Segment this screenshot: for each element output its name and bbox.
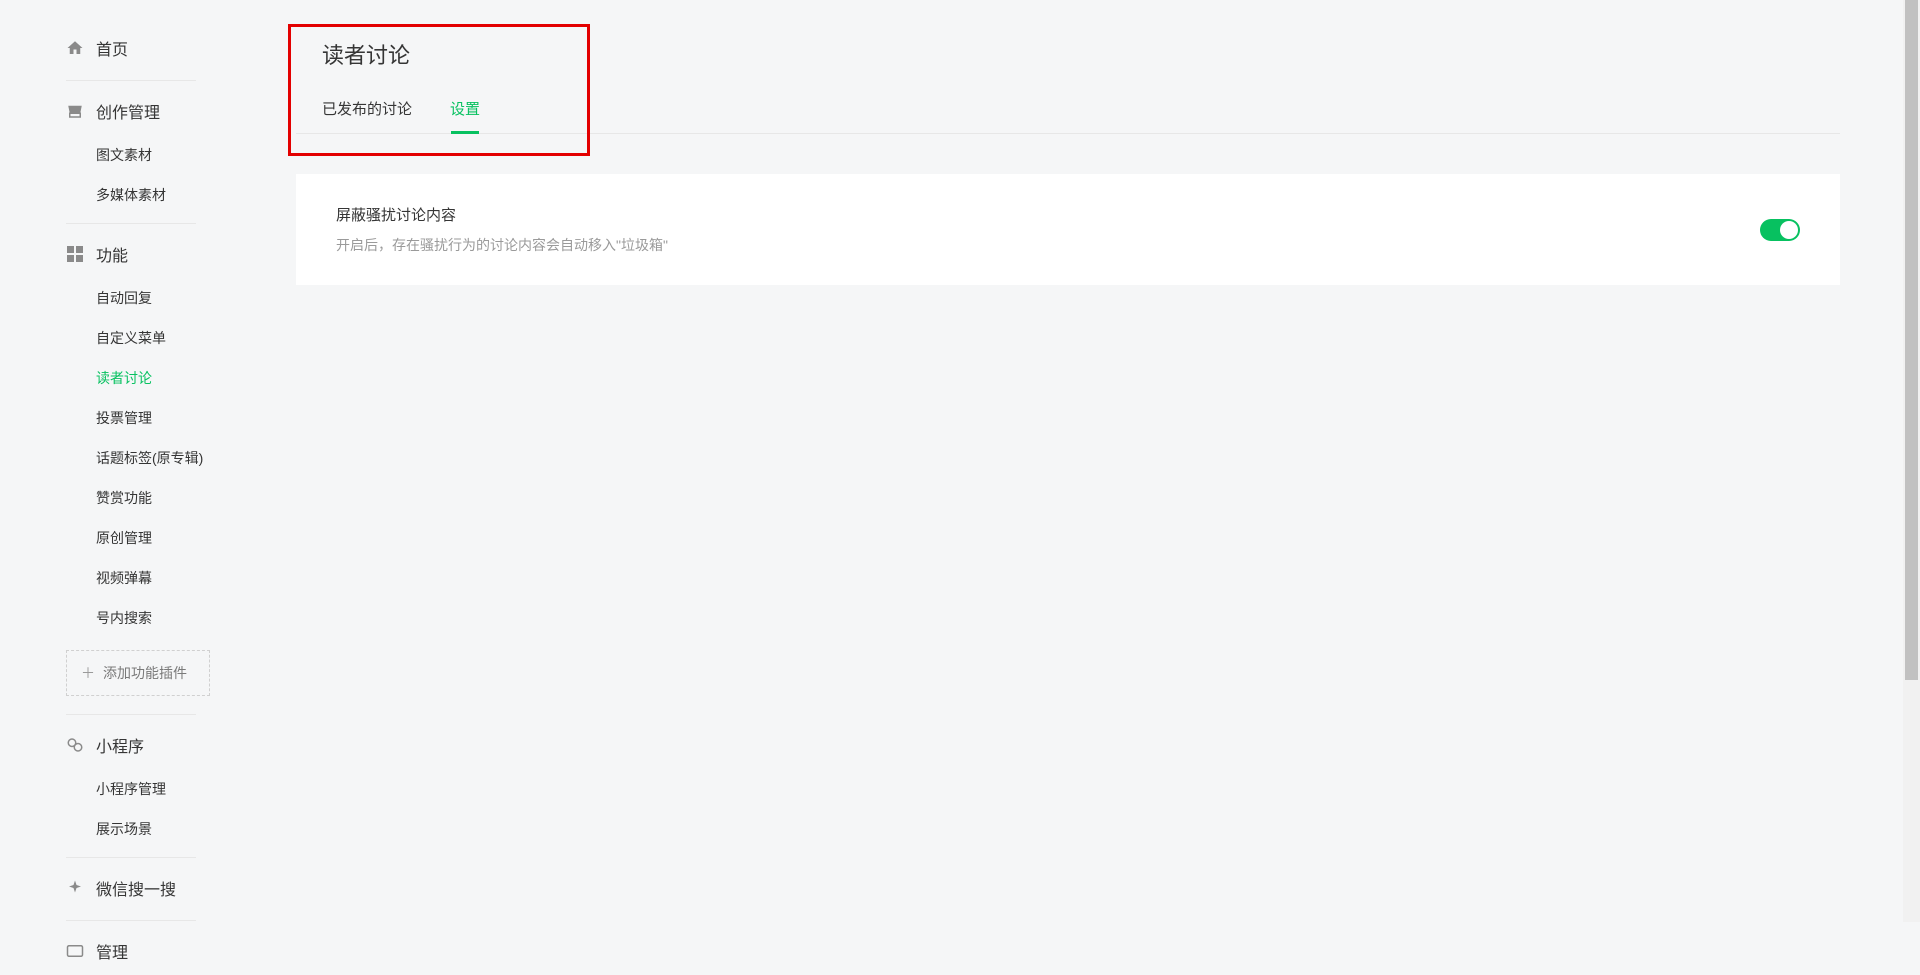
sidebar-item-reader-discussion[interactable]: 读者讨论 (96, 358, 256, 398)
sidebar-creation[interactable]: 创作管理 (66, 87, 256, 135)
grid-icon (66, 245, 84, 263)
sidebar-item-text-material[interactable]: 图文素材 (96, 135, 256, 175)
sidebar-item-custom-menu[interactable]: 自定义菜单 (96, 318, 256, 358)
sidebar-item-appreciation[interactable]: 赞赏功能 (96, 478, 256, 518)
sidebar-features[interactable]: 功能 (66, 230, 256, 278)
sidebar-item-display-scene[interactable]: 展示场景 (96, 809, 256, 849)
sidebar-item-miniprogram-manage[interactable]: 小程序管理 (96, 769, 256, 809)
tab-settings[interactable]: 设置 (450, 98, 480, 133)
tabs: 已发布的讨论 设置 (296, 98, 1840, 134)
sidebar-home[interactable]: 首页 (66, 24, 256, 72)
sidebar-item-topic-tag[interactable]: 话题标签(原专辑) (96, 438, 256, 478)
manage-icon (66, 942, 84, 960)
tab-published[interactable]: 已发布的讨论 (322, 98, 412, 133)
sidebar-wechat-search[interactable]: 微信搜一搜 (66, 864, 256, 912)
settings-panel: 屏蔽骚扰讨论内容 开启后，存在骚扰行为的讨论内容会自动移入"垃圾箱" (296, 174, 1840, 285)
sidebar: 首页 创作管理 图文素材 多媒体素材 (0, 0, 256, 922)
settings-title: 屏蔽骚扰讨论内容 (336, 204, 1760, 225)
scrollbar-track[interactable] (1903, 0, 1920, 922)
main-content: 读者讨论 已发布的讨论 设置 屏蔽骚扰讨论内容 开启后，存在骚扰行为的讨论内容会… (256, 0, 1920, 922)
sidebar-home-label: 首页 (96, 36, 128, 60)
sidebar-manage-label: 管理 (96, 939, 128, 963)
sidebar-item-vote-manage[interactable]: 投票管理 (96, 398, 256, 438)
sidebar-manage[interactable]: 管理 (66, 927, 256, 975)
toggle-harassment-filter[interactable] (1760, 219, 1800, 241)
sidebar-features-label: 功能 (96, 242, 128, 266)
toggle-knob (1780, 221, 1798, 239)
sidebar-wechat-search-label: 微信搜一搜 (96, 876, 176, 900)
sidebar-item-video-danmaku[interactable]: 视频弹幕 (96, 558, 256, 598)
sidebar-item-auto-reply[interactable]: 自动回复 (96, 278, 256, 318)
settings-desc: 开启后，存在骚扰行为的讨论内容会自动移入"垃圾箱" (336, 235, 1760, 255)
sidebar-item-original-manage[interactable]: 原创管理 (96, 518, 256, 558)
sidebar-creation-label: 创作管理 (96, 99, 160, 123)
sidebar-item-media-material[interactable]: 多媒体素材 (96, 175, 256, 215)
add-plugin-label: 添加功能插件 (103, 663, 187, 683)
plus-icon: ＋ (81, 663, 95, 683)
sidebar-miniprogram[interactable]: 小程序 (66, 721, 256, 769)
sidebar-item-search-in-account[interactable]: 号内搜索 (96, 598, 256, 638)
miniprogram-icon (66, 736, 84, 754)
home-icon (66, 39, 84, 57)
sparkle-icon (66, 879, 84, 897)
inbox-icon (66, 102, 84, 120)
page-title: 读者讨论 (296, 38, 1840, 70)
sidebar-miniprogram-label: 小程序 (96, 733, 144, 757)
scrollbar-thumb[interactable] (1905, 0, 1918, 680)
add-plugin-button[interactable]: ＋ 添加功能插件 (66, 650, 210, 696)
